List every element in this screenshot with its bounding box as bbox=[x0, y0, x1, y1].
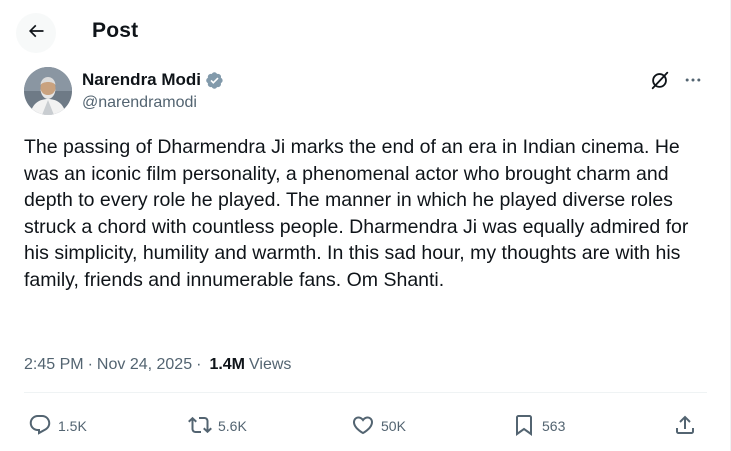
post-meta: 2:45 PM · Nov 24, 2025 · 1.4M Views bbox=[24, 356, 291, 374]
share-button[interactable] bbox=[673, 406, 697, 446]
post-date[interactable]: Nov 24, 2025 bbox=[97, 356, 192, 374]
bookmark-icon bbox=[512, 413, 536, 440]
reply-icon bbox=[28, 413, 52, 440]
like-button[interactable]: 50K bbox=[351, 406, 406, 446]
post-text: The passing of Dharmendra Ji marks the e… bbox=[24, 136, 689, 291]
divider bbox=[24, 392, 707, 393]
post-time[interactable]: 2:45 PM bbox=[24, 356, 84, 374]
views-label: Views bbox=[249, 356, 292, 373]
author-handle[interactable]: @narendramodi bbox=[82, 94, 197, 112]
reply-count: 1.5K bbox=[58, 418, 87, 434]
share-icon bbox=[673, 413, 697, 440]
grok-icon bbox=[649, 69, 671, 96]
post-header: Post bbox=[0, 0, 731, 62]
meta-separator: · bbox=[87, 356, 93, 373]
author-name[interactable]: Narendra Modi bbox=[82, 70, 224, 90]
repost-button[interactable]: 5.6K bbox=[188, 406, 247, 446]
avatar[interactable] bbox=[24, 67, 72, 115]
bookmark-button[interactable]: 563 bbox=[512, 406, 565, 446]
arrow-left-icon bbox=[26, 21, 46, 46]
page-title: Post bbox=[92, 19, 139, 42]
author-name-label: Narendra Modi bbox=[82, 70, 202, 89]
meta-separator: · bbox=[196, 356, 202, 373]
post-view: Post Narendra Modi @narendramodi The pas… bbox=[0, 0, 731, 451]
heart-icon bbox=[351, 413, 375, 440]
verified-badge-icon[interactable] bbox=[205, 71, 224, 90]
action-bar: 1.5K 5.6K 50K 563 bbox=[0, 406, 731, 446]
views-count[interactable]: 1.4M bbox=[209, 356, 245, 374]
like-count: 50K bbox=[381, 418, 406, 434]
back-button[interactable] bbox=[16, 13, 56, 53]
more-horizontal-icon bbox=[683, 70, 703, 95]
bookmark-count: 563 bbox=[542, 418, 566, 434]
more-button[interactable] bbox=[681, 70, 705, 94]
grok-button[interactable] bbox=[648, 70, 672, 94]
repost-icon bbox=[188, 413, 212, 440]
repost-count: 5.6K bbox=[218, 418, 247, 434]
reply-button[interactable]: 1.5K bbox=[28, 406, 87, 446]
